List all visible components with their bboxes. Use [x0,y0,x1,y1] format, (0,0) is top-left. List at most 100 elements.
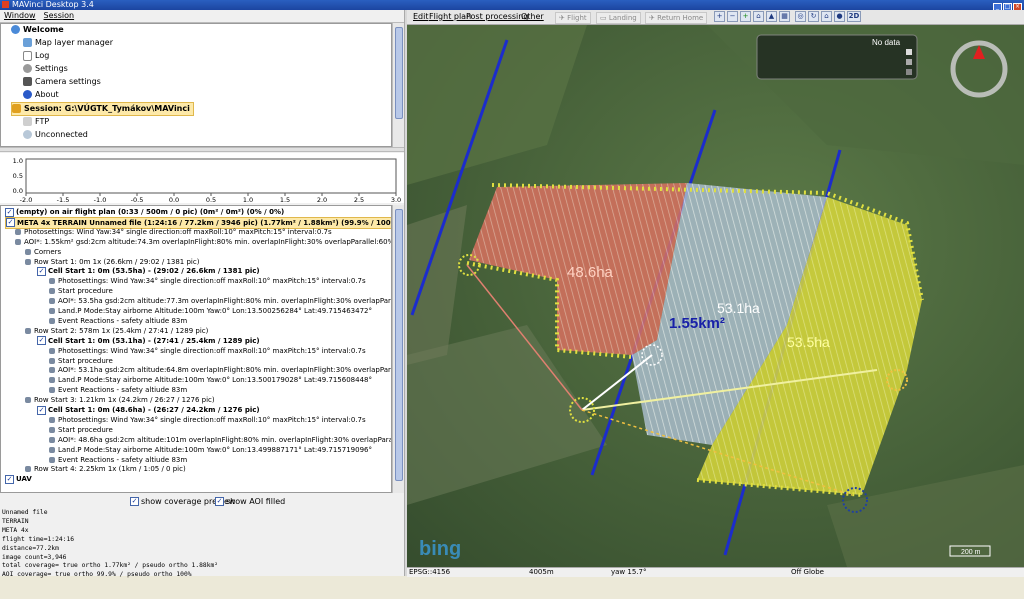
scroll-thumb[interactable] [395,27,403,119]
tree-item-welcome[interactable]: Welcome [11,24,64,36]
tree-node-icon [49,347,55,354]
plan-tree-row[interactable]: AOI*: 53.5ha gsd:2cm altitude:77.3m over… [49,296,391,306]
plan-tree-row[interactable]: Event Reactions - safety altiude 83m [49,385,187,395]
plan-tree-row-label: Cell Start 1: 0m (53.1ha) - (27:41 / 25.… [48,336,260,345]
plan-tree-row[interactable]: AOI*: 48.6ha gsd:2cm altitude:101m overl… [49,435,392,445]
menu-session[interactable]: Session [40,10,79,22]
plan-tree-row[interactable]: Event Reactions - safety altiude 83m [49,455,187,465]
person-icon[interactable]: ● [834,11,845,22]
x-tick-label: -0.5 [131,196,144,203]
map-canvas[interactable]: 48.6ha 53.1ha 1.55km² 53.5ha No data bin… [407,25,1024,567]
plan-tree-row-label: AOI*: 48.6ha gsd:2cm altitude:101m overl… [58,435,392,444]
tree-item-camera-settings[interactable]: Camera settings [23,76,101,88]
plan-tree-row[interactable]: Land.P Mode:Stay airborne Altitude:100m … [49,445,372,455]
landing-button[interactable]: ▭ Landing [596,12,641,24]
elevation-chart: -2.0 -1.5 -1.0 -0.5 0.0 0.5 1.0 1.5 2.0 2.5 3.0 1.0… [0,153,404,204]
plan-tree-row[interactable]: ✓ Cell Start 1: 0m (53.1ha) - (27:41 / 25… [37,336,260,346]
menu-other[interactable]: Other [521,10,544,24]
plan-tree-row[interactable]: AOI*: 53.1ha gsd:2cm altitude:64.8m over… [49,365,391,375]
plan-tree-row[interactable]: ✓ Cell Start 1: 0m (53.5ha) - (29:02 / 26… [37,266,260,276]
summary-line: META 4x [2,526,29,534]
plan-tree-row[interactable]: Photosettings: Wind Yaw:34° single direc… [49,276,366,286]
plan-tree-row[interactable]: Corners [25,247,61,257]
plan-tree-row[interactable]: Photosettings: Wind Yaw:34° single direc… [49,415,366,425]
session-tree-scrollbar[interactable] [392,23,404,147]
tree-item-ftp[interactable]: FTP [23,116,49,128]
plan-tree-row[interactable]: Row Start 2: 578m 1x (25.4km / 27:41 / 1… [25,326,208,336]
menu-window[interactable]: Window [0,10,40,22]
tree-item-session[interactable]: Session: G:\VÚGTK_Tymákov\MAVinci [11,102,194,116]
visibility-checkbox[interactable]: ✓ [6,218,15,228]
view-2d-button[interactable]: 2D [847,11,861,22]
plan-tree-row[interactable]: AOI*: 1.55km² gsd:2cm altitude:74.3m ove… [15,237,392,247]
rotate-icon[interactable]: ↻ [808,11,819,22]
tree-item-settings[interactable]: Settings [23,63,68,75]
tree-node-icon [49,317,55,324]
plan-tree-row[interactable]: Photosettings: Wind Yaw:34° single direc… [15,227,332,237]
plan-tree-row[interactable]: Row Start 1: 0m 1x (26.6km / 29:02 / 138… [25,257,199,267]
plan-tree-row-label: (empty) on air flight plan (0:33 / 500m … [16,208,285,216]
checkbox[interactable]: ✓ [130,497,139,506]
bing-logo: bing [419,538,461,560]
plan-tree-row-label: AOI*: 1.55km² gsd:2cm altitude:74.3m ove… [24,237,392,246]
app-icon [2,1,9,8]
plan-tree-row[interactable]: Start procedure [49,356,113,366]
zoom-out-icon[interactable]: − [727,11,738,22]
plan-tree-scrollbar[interactable] [392,205,404,493]
plan-tree-row-label: Photosettings: Wind Yaw:34° single direc… [58,415,366,424]
flight-button[interactable]: ✈ Flight [555,12,591,24]
menu-edit[interactable]: Edit [413,10,429,24]
plan-tree-row[interactable]: ✓ (empty) on air flight plan (0:33 / 500m… [5,207,284,217]
tree-item-map-layer-manager[interactable]: Map layer manager [23,37,113,49]
plan-tree-row[interactable]: Start procedure [49,425,113,435]
y-tick-label: 0.5 [13,172,23,180]
up-arrow-icon[interactable]: ▲ [766,11,777,22]
add-waypoint-icon[interactable]: + [740,11,751,22]
home-icon[interactable]: ⌂ [753,11,764,22]
tree-item-unconnected[interactable]: Unconnected [23,129,88,141]
checkbox[interactable]: ✓ [215,497,224,506]
plan-tree-row-label: Land.P Mode:Stay airborne Altitude:100m … [58,445,372,454]
tree-item-log[interactable]: Log [23,50,49,62]
plan-tree-row-label: Cell Start 1: 0m (53.5ha) - (29:02 / 26.… [48,267,260,276]
plan-tree-row-label: Photosettings: Wind Yaw:34° single direc… [58,277,366,286]
plan-tree-row-label: UAV [16,475,32,484]
legend-swatch [906,49,912,55]
center-icon[interactable]: ◎ [795,11,806,22]
menu-post-processing[interactable]: Post processing [466,10,528,24]
fit-icon[interactable]: ⌂ [821,11,832,22]
tree-item-about[interactable]: About [23,89,59,101]
gear-icon [23,64,32,73]
tree-node-icon [49,308,55,314]
plan-tree-row-label: Event Reactions - safety altiude 83m [58,455,188,464]
plan-tree-row[interactable]: ✓ Cell Start 1: 0m (48.6ha) - (26:27 / 24… [37,405,260,415]
visibility-checkbox[interactable]: ✓ [5,474,14,484]
visibility-checkbox[interactable]: ✓ [37,405,46,415]
menu-flight-plan[interactable]: Flight plan [429,10,471,24]
tree-node-icon [49,377,55,384]
plan-tree-row[interactable]: Event Reactions - safety altiude 83m [49,316,187,326]
summary-line: TERRAIN [2,517,29,525]
visibility-checkbox[interactable]: ✓ [37,336,46,346]
options-row: ✓ show coverage preview ✓ show AOI filled [0,495,404,509]
plan-tree-row[interactable]: Photosettings: Wind Yaw:34° single direc… [49,346,366,356]
plan-tree-row[interactable]: ✓ UAV [5,474,32,484]
show-aoi-filled-option[interactable]: ✓ show AOI filled [215,497,285,506]
ftp-icon [23,117,32,126]
plan-tree-row[interactable]: Row Start 4: 2.25km 1x (1km / 1:05 / 0 p… [25,464,186,474]
summary-line: total coverage= true ortho 1.77km² / pse… [2,562,219,570]
plan-tree-row[interactable]: Land.P Mode:Stay airborne Altitude:100m … [49,375,372,385]
zoom-in-icon[interactable]: + [714,11,725,22]
visibility-checkbox[interactable]: ✓ [5,207,14,217]
plan-tree-row[interactable]: Start procedure [49,286,113,296]
menubar: Window Session [0,10,404,23]
scroll-thumb[interactable] [395,209,403,481]
visibility-checkbox[interactable]: ✓ [37,266,46,276]
layer-icon[interactable]: ▦ [779,11,790,22]
tree-node-icon [49,367,55,374]
plan-tree-row[interactable]: Row Start 3: 1.21km 1x (24.2km / 26:27 /… [25,395,215,405]
map-view[interactable]: 48.6ha 53.1ha 1.55km² 53.5ha No data bin… [407,25,1024,567]
panel-splitter[interactable] [0,147,404,152]
plan-tree-row[interactable]: Land.P Mode:Stay airborne Altitude:100m … [49,306,372,316]
return-home-button[interactable]: ✈ Return Home [645,12,708,24]
